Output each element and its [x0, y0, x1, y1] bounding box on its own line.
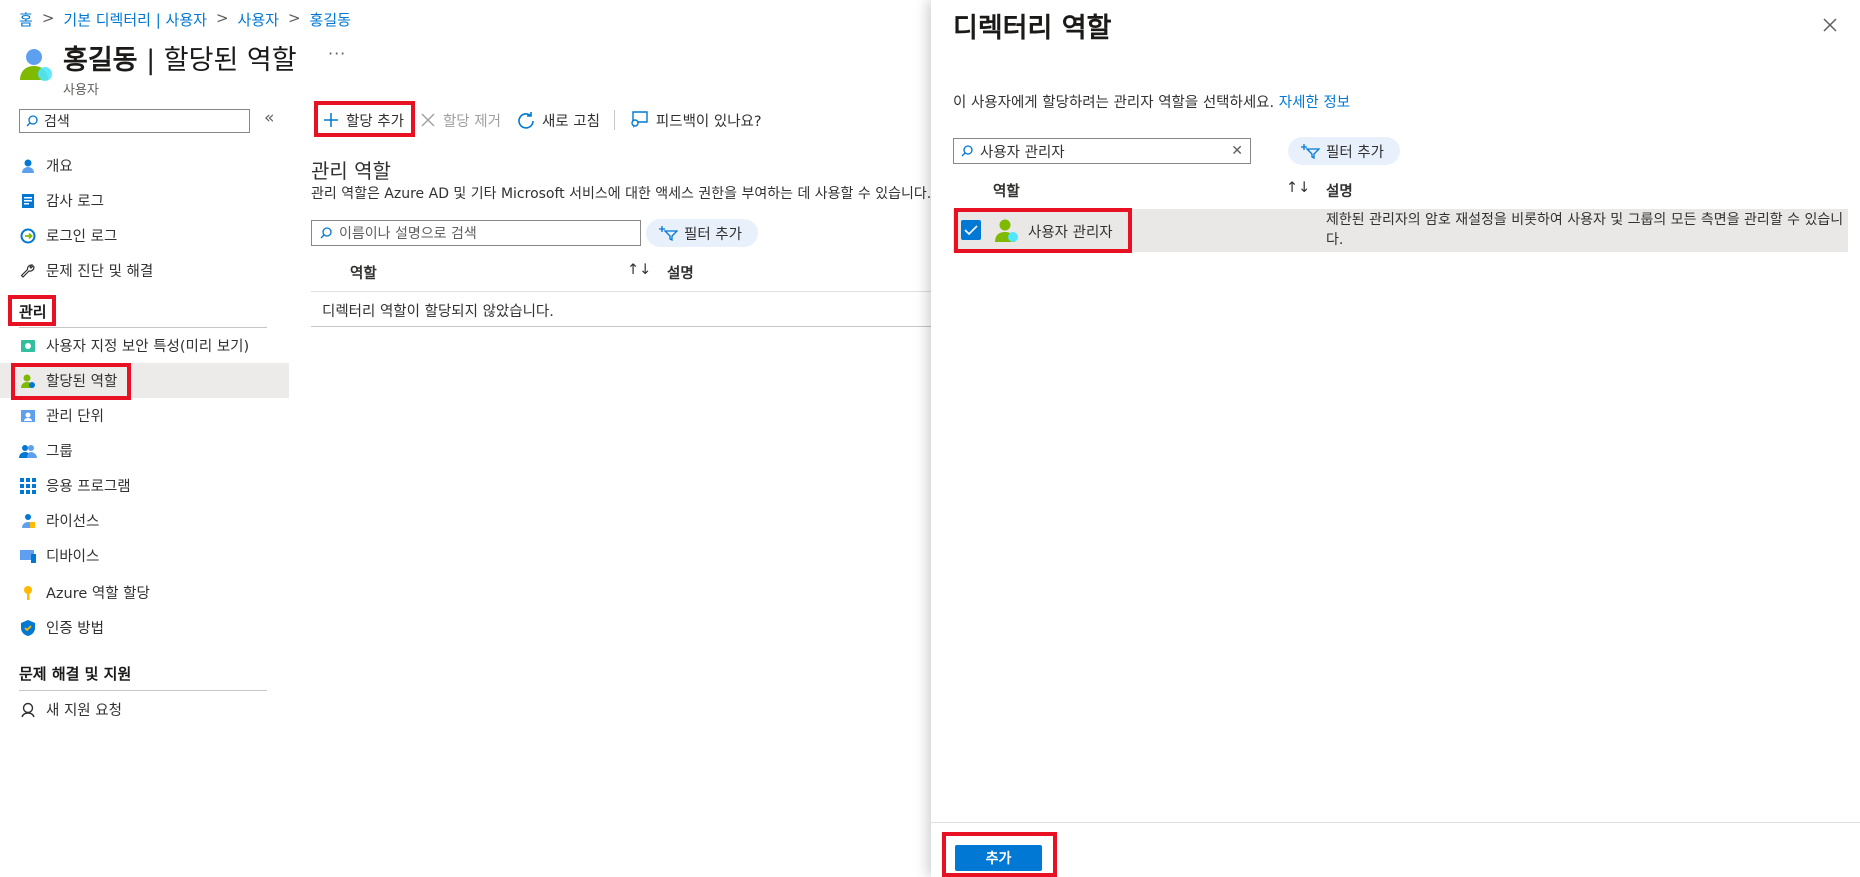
checkmark-icon	[964, 225, 978, 236]
panel-title: 디렉터리 역할	[953, 13, 1112, 44]
collapse-sidebar-button[interactable]: «	[264, 108, 274, 128]
user-admin-icon	[995, 219, 1018, 242]
command-bar: 할당 추가 할당 제거 새로 고침 피드백이 있나요?	[315, 104, 770, 136]
license-icon	[19, 512, 37, 530]
remove-assignment-button[interactable]: 할당 제거	[412, 110, 509, 131]
role-search-input[interactable]: 이름이나 설명으로 검색	[311, 220, 641, 246]
sidebar-section-support: 문제 해결 및 지원	[19, 665, 132, 683]
column-header-role[interactable]: 역할	[350, 262, 377, 283]
panel-instructions: 이 사용자에게 할당하려는 관리자 역할을 선택하세요. 자세한 정보	[953, 95, 1351, 111]
wrench-icon	[19, 262, 37, 280]
close-icon[interactable]	[1819, 14, 1841, 36]
sidebar-item-licenses[interactable]: 라이선스	[0, 503, 289, 538]
toolbar-separator	[613, 110, 615, 130]
group-icon	[19, 442, 37, 460]
feedback-button[interactable]: 피드백이 있나요?	[621, 110, 770, 131]
sort-icon[interactable]: ↑↓	[1286, 180, 1310, 196]
plus-icon	[324, 113, 338, 127]
filter-icon	[659, 226, 678, 241]
column-header-role[interactable]: 역할	[993, 180, 1020, 201]
add-assignment-button[interactable]: 할당 추가	[315, 110, 412, 131]
role-checkbox[interactable]	[961, 220, 981, 240]
sidebar-item-diagnose[interactable]: 문제 진단 및 해결	[0, 253, 289, 288]
sidebar-item-devices[interactable]: 디바이스	[0, 538, 289, 573]
sidebar-divider	[19, 690, 267, 691]
footer-divider	[931, 822, 1860, 823]
search-icon	[26, 115, 38, 127]
column-header-description[interactable]: 설명	[1326, 180, 1353, 201]
audit-log-icon	[19, 192, 37, 210]
breadcrumb-home[interactable]: 홈	[19, 9, 33, 30]
sidebar-item-audit-log[interactable]: 감사 로그	[0, 183, 289, 218]
panel-add-filter-button[interactable]: 필터 추가	[1288, 137, 1400, 165]
sidebar-item-assigned-roles[interactable]: 할당된 역할	[0, 363, 289, 398]
table-divider	[311, 326, 931, 327]
clear-search-icon[interactable]: ✕	[1231, 143, 1243, 159]
panel-search-input[interactable]: 사용자 관리자 ✕	[953, 138, 1251, 164]
breadcrumb-users[interactable]: 사용자	[238, 9, 279, 30]
breadcrumb-separator: >	[215, 9, 229, 27]
sidebar-item-custom-security-attributes[interactable]: 사용자 지정 보안 특성(미리 보기)	[0, 328, 289, 363]
table-divider	[311, 291, 931, 292]
breadcrumb-directory[interactable]: 기본 디렉터리 | 사용자	[63, 9, 207, 30]
column-header-description[interactable]: 설명	[667, 262, 694, 283]
page-subtitle: 사용자	[63, 83, 99, 98]
sidebar-item-groups[interactable]: 그룹	[0, 433, 289, 468]
refresh-button[interactable]: 새로 고침	[509, 110, 608, 131]
support-icon	[19, 701, 37, 719]
device-icon	[19, 547, 37, 565]
sidebar-item-admin-units[interactable]: 관리 단위	[0, 398, 289, 433]
section-title: 관리 역할	[311, 159, 391, 183]
more-options-button[interactable]: ···	[328, 44, 346, 63]
shield-icon	[19, 619, 37, 637]
add-filter-button[interactable]: 필터 추가	[646, 219, 758, 247]
sort-icon[interactable]: ↑↓	[627, 262, 651, 278]
feedback-icon	[631, 111, 648, 128]
sidebar-item-azure-role-assignments[interactable]: Azure 역할 할당	[0, 575, 289, 610]
empty-state-message: 디렉터리 역할이 할당되지 않았습니다.	[322, 304, 554, 320]
admin-unit-icon	[19, 407, 37, 425]
sidebar-item-applications[interactable]: 응용 프로그램	[0, 468, 289, 503]
sidebar-section-manage: 관리	[19, 303, 47, 321]
sidebar-search-input[interactable]: 검색	[19, 109, 250, 133]
add-button[interactable]: 추가	[955, 845, 1042, 871]
apps-grid-icon	[19, 477, 37, 495]
search-icon	[961, 145, 973, 157]
close-icon	[421, 113, 435, 127]
role-description: 제한된 관리자의 암호 재설정을 비롯하여 사용자 및 그룹의 모든 측면을 관…	[1326, 212, 1844, 248]
assigned-roles-icon	[19, 372, 37, 390]
search-icon	[320, 227, 332, 239]
breadcrumb-separator: >	[287, 9, 301, 27]
user-icon	[20, 49, 52, 81]
security-attribute-icon	[19, 337, 37, 355]
breadcrumb-separator: >	[41, 9, 55, 27]
breadcrumb-user[interactable]: 홍길동	[310, 9, 351, 30]
page-header: 홍길동 | 할당된 역할 사용자	[19, 38, 297, 98]
learn-more-link[interactable]: 자세한 정보	[1279, 95, 1350, 111]
breadcrumb: 홈 > 기본 디렉터리 | 사용자 > 사용자 > 홍길동	[19, 9, 351, 30]
filter-icon	[1301, 144, 1320, 159]
sidebar-item-new-support-request[interactable]: 새 지원 요청	[0, 692, 289, 727]
refresh-icon	[518, 112, 534, 129]
section-description: 관리 역할은 Azure AD 및 기타 Microsoft 서비스에 대한 액…	[311, 186, 931, 202]
page-title: 홍길동 | 할당된 역할	[63, 45, 297, 76]
directory-roles-panel: 디렉터리 역할 이 사용자에게 할당하려는 관리자 역할을 선택하세요. 자세한…	[931, 0, 1860, 877]
person-icon	[19, 157, 37, 175]
sign-in-icon	[19, 227, 37, 245]
key-icon	[19, 584, 37, 602]
sidebar-item-sign-in-log[interactable]: 로그인 로그	[0, 218, 289, 253]
role-name: 사용자 관리자	[1028, 225, 1113, 241]
sidebar-item-authentication-methods[interactable]: 인증 방법	[0, 610, 289, 645]
sidebar-item-overview[interactable]: 개요	[0, 148, 289, 183]
